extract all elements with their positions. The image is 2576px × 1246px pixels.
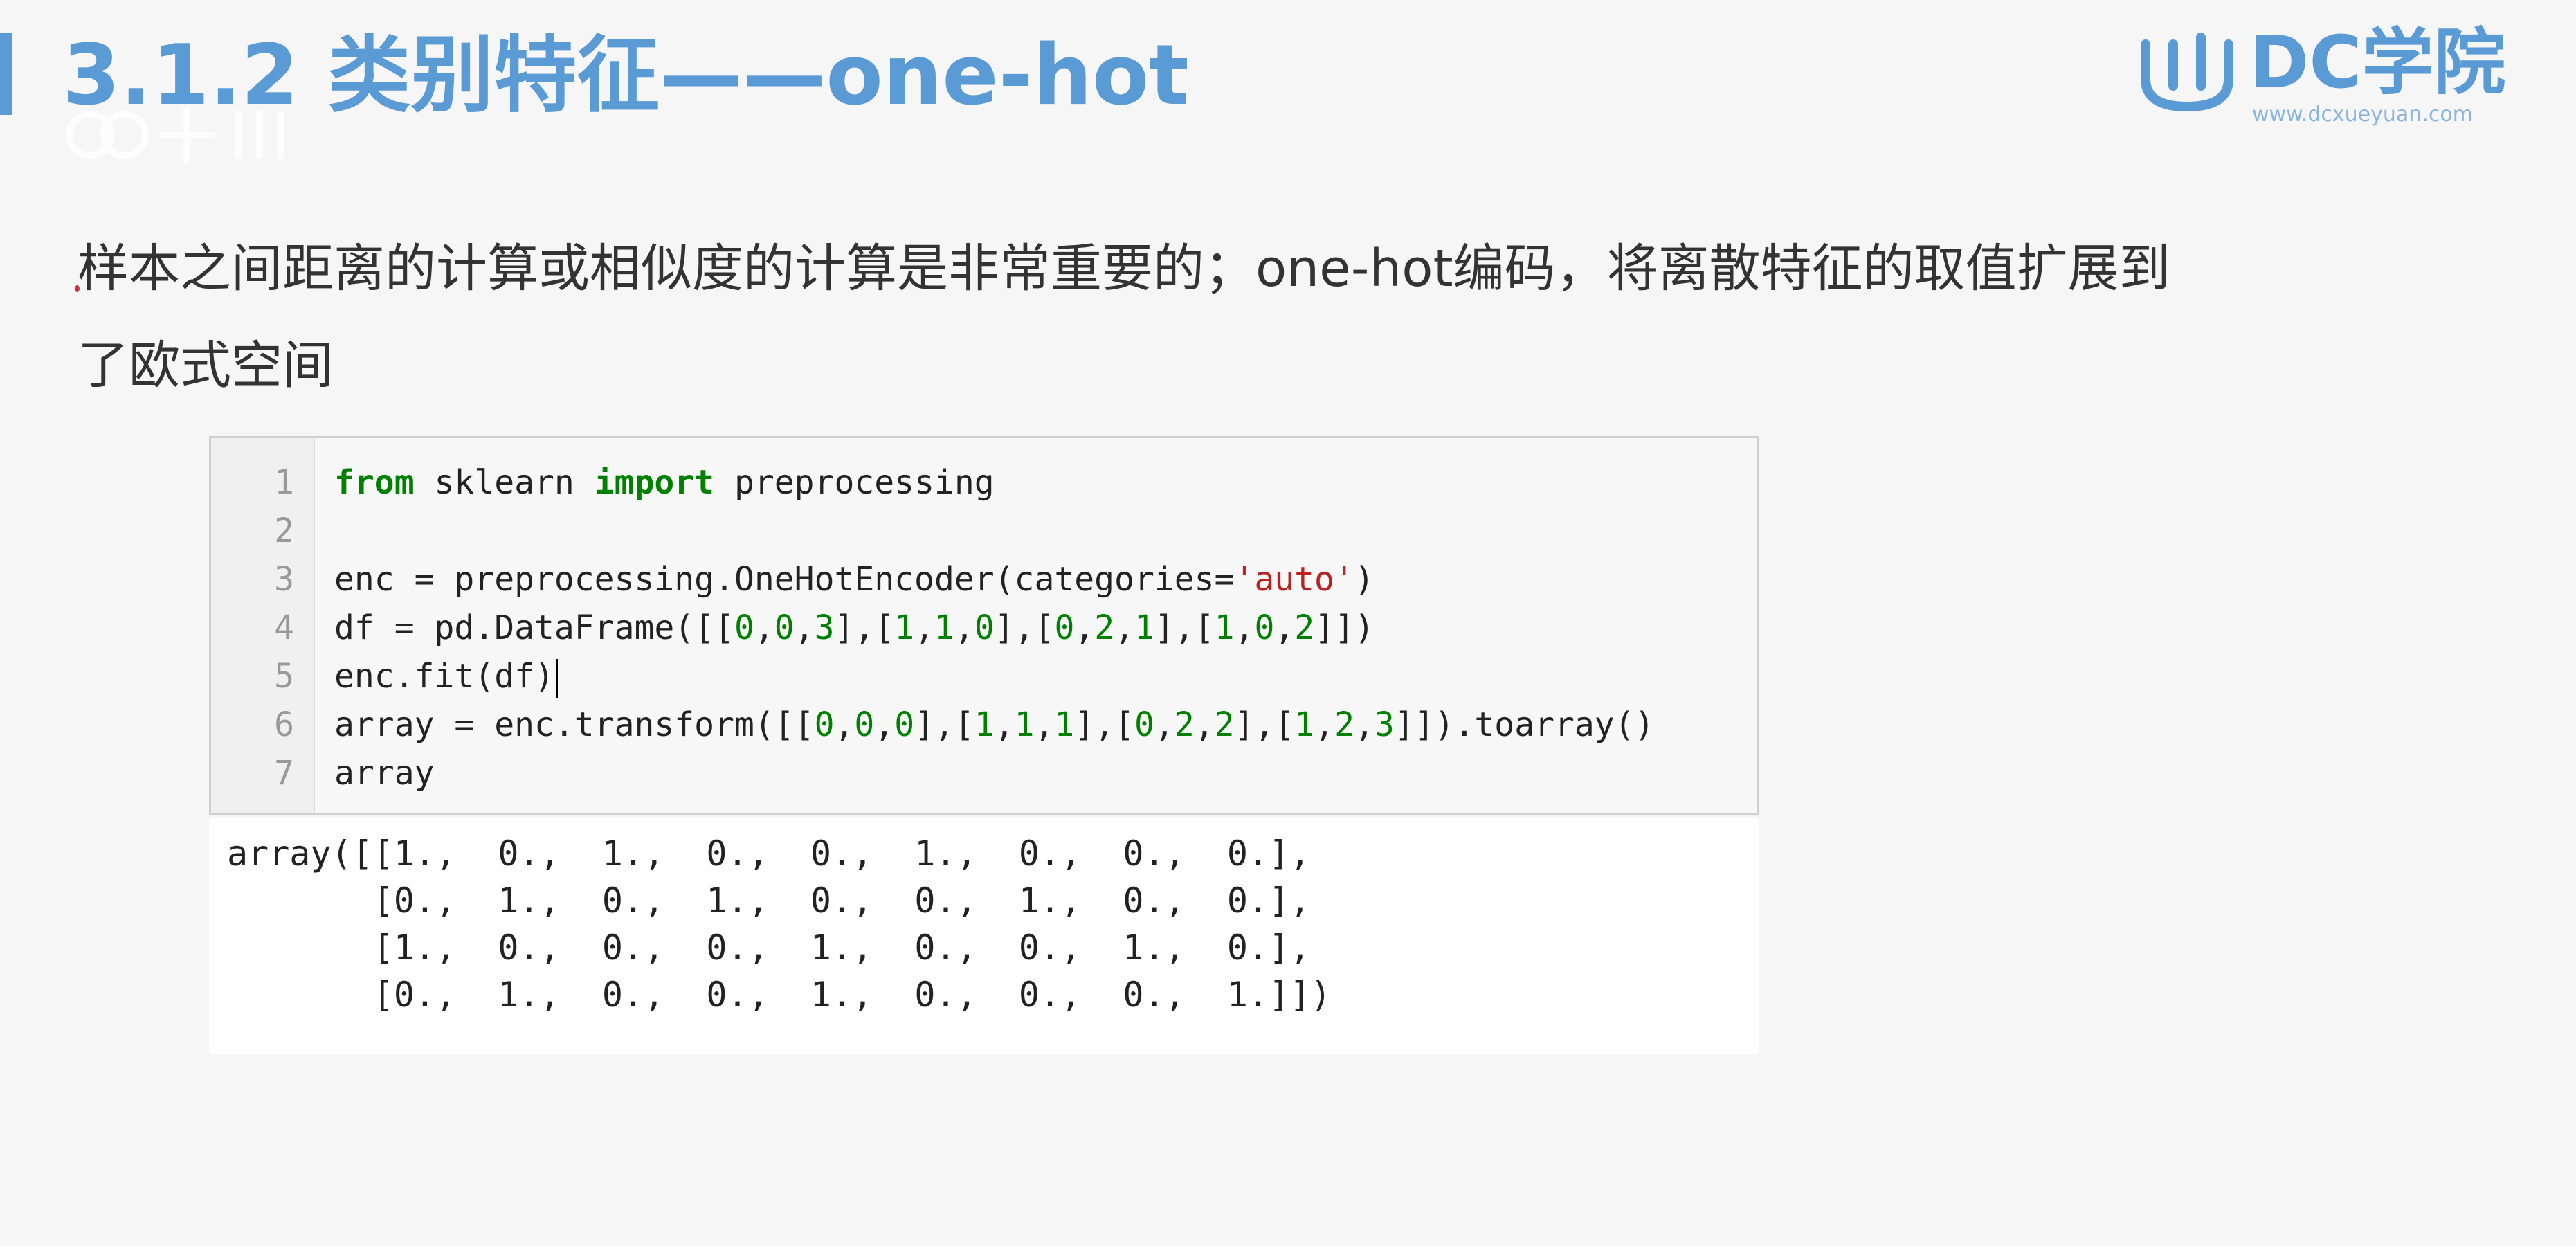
description-text: 样本之间距离的计算或相似度的计算是非常重要的；one-hot编码，将离散特征的取… — [78, 220, 2431, 414]
output-line: [0., 1., 0., 0., 1., 0., 0., 0., 1.]]) — [227, 975, 1332, 1015]
line-number: 6 — [274, 705, 294, 744]
dc-logo-icon — [2141, 33, 2233, 112]
line-number: 7 — [274, 754, 294, 793]
description-line-1: 样本之间距离的计算或相似度的计算是非常重要的；one-hot编码，将离散特征的取… — [78, 239, 2170, 298]
line-number: 1 — [274, 463, 294, 502]
line-number: 3 — [274, 560, 294, 599]
output-line: [0., 1., 0., 1., 0., 0., 1., 0., 0.], — [227, 881, 1311, 921]
code-line[interactable]: from sklearn import preprocessing — [334, 463, 995, 502]
code-line[interactable]: enc = preprocessing.OneHotEncoder(catego… — [334, 560, 1375, 599]
title-accent-bar — [0, 33, 12, 115]
code-line[interactable]: array = enc.transform([[0,0,0],[1,1,1],[… — [334, 705, 1654, 744]
text-cursor — [555, 659, 558, 698]
output-area: array([[1., 0., 1., 0., 0., 1., 0., 0., … — [209, 818, 1759, 1054]
logo-text: DC学院 — [2249, 20, 2506, 105]
dc-logo: DC学院 www.dcxueyuan.com — [2139, 21, 2506, 127]
watermark-logo — [66, 107, 284, 163]
code-line[interactable]: enc.fit(df) — [334, 657, 558, 698]
description-line-2: 了欧式空间 — [78, 336, 334, 395]
line-number: 4 — [274, 608, 294, 647]
output-line: array([[1., 0., 1., 0., 0., 1., 0., 0., … — [227, 833, 1311, 874]
code-line[interactable]: array — [334, 754, 435, 793]
code-line[interactable]: df = pd.DataFrame([[0,0,3],[1,1,0],[0,2,… — [334, 608, 1375, 647]
code-cell[interactable]: 1 2 3 4 5 6 7 from sklearn import prepro… — [209, 436, 1759, 815]
output-line: [1., 0., 0., 0., 1., 0., 0., 1., 0.], — [227, 928, 1311, 968]
line-number: 5 — [274, 657, 294, 696]
line-number-gutter: 1 2 3 4 5 6 7 — [211, 438, 315, 813]
logo-url: www.dcxueyuan.com — [2252, 102, 2473, 127]
line-number: 2 — [274, 512, 294, 550]
